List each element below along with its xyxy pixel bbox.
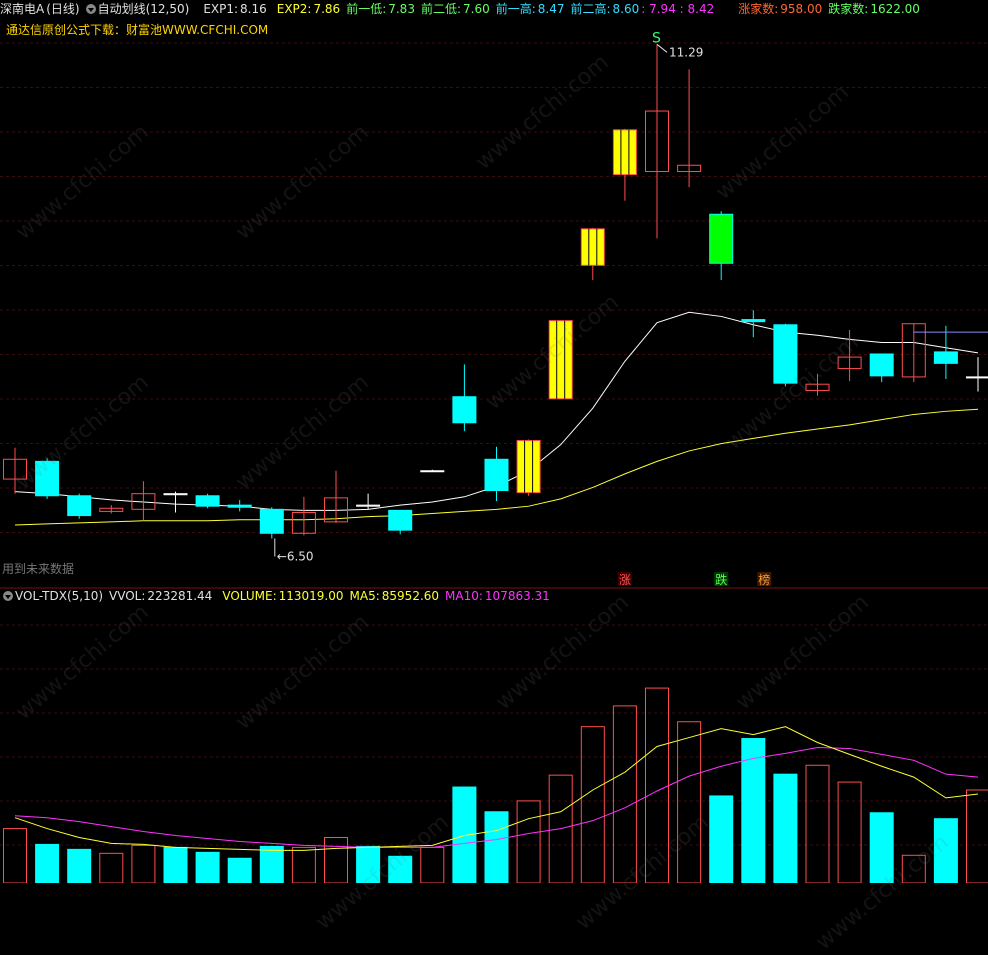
volume-bar xyxy=(967,790,988,883)
prev-low2-value: 7.60 xyxy=(463,2,490,16)
candle-body xyxy=(517,441,540,493)
volume-bar xyxy=(100,853,123,883)
chart-canvas: 11.29 S ←6.50 涨 跌 榜 xyxy=(0,0,988,883)
indicator-name[interactable]: 自动划线(12,50) xyxy=(98,2,190,16)
candle-body xyxy=(934,352,957,363)
candle-body xyxy=(742,320,765,322)
prev-high2-value: 8.60 xyxy=(613,2,640,16)
volume-bar xyxy=(774,774,797,883)
volume-bar xyxy=(196,852,219,883)
rise-count-value: 958.00 xyxy=(780,2,822,16)
candle-body xyxy=(260,509,283,533)
price-header: 深南电A(日线) 自动划线(12,50) EXP1:8.16 EXP2:7.86 前一低… xyxy=(0,0,922,18)
volume-bar xyxy=(678,722,701,883)
prev-high1-label: 前一高: xyxy=(496,2,536,16)
fall-count-label: 跌家数: xyxy=(828,2,868,16)
volume-bar xyxy=(806,765,829,883)
volume-bar xyxy=(838,782,861,883)
chevron-down-icon[interactable] xyxy=(86,4,96,14)
candle-body xyxy=(613,130,636,175)
rise-count-label: 涨家数: xyxy=(738,2,778,16)
prev-low2-label: 前二低: xyxy=(421,2,461,16)
vvol-value: 223281.44 xyxy=(147,589,212,603)
volume-bar xyxy=(485,812,508,883)
volume-bar xyxy=(228,858,251,883)
ma5-label: MA5: xyxy=(350,589,380,603)
volume-bar xyxy=(292,847,315,883)
exp1-label: EXP1: xyxy=(203,2,238,16)
prev-high2-label: 前二高: xyxy=(570,2,610,16)
volume-bar xyxy=(389,856,412,883)
ma10-label: MA10: xyxy=(445,589,483,603)
candle-body xyxy=(68,496,91,516)
volume-bar xyxy=(517,801,540,883)
ma10-value: 107863.31 xyxy=(485,589,550,603)
high-price-label: 11.29 xyxy=(669,45,703,59)
extra-values: : 7.94 : 8.42 xyxy=(641,2,714,16)
volume-bar xyxy=(902,855,925,883)
stock-name[interactable]: 深南电A xyxy=(0,2,44,16)
tag-fall: 跌 xyxy=(715,572,727,587)
ma5-value: 85952.60 xyxy=(382,589,439,603)
volume-bar xyxy=(934,819,957,883)
sell-signal-label: S xyxy=(652,30,661,46)
period-label[interactable]: (日线) xyxy=(46,2,79,16)
prev-low1-value: 7.83 xyxy=(388,2,415,16)
future-data-note: 用到未来数据 xyxy=(2,560,74,577)
volume-bar xyxy=(870,813,893,883)
exp2-value: 7.86 xyxy=(313,2,340,16)
vvol-label: VVOL: xyxy=(109,589,145,603)
exp1-value: 8.16 xyxy=(240,2,267,16)
candle-body xyxy=(549,321,572,399)
prev-high1-value: 8.47 xyxy=(538,2,565,16)
candle-body xyxy=(967,377,988,378)
volume-value: 113019.00 xyxy=(279,589,344,603)
source-note: 通达信原创公式下载：财富池WWW.CFCHI.COM xyxy=(6,21,268,39)
volume-bar xyxy=(325,837,348,883)
volume-bar xyxy=(421,847,444,883)
candle-body xyxy=(228,505,251,507)
exp2-label: EXP2: xyxy=(277,2,312,16)
candle-body xyxy=(36,461,59,495)
volume-bar xyxy=(581,727,604,883)
tag-list: 榜 xyxy=(758,572,770,587)
volume-bar xyxy=(710,796,733,883)
volume-bar xyxy=(36,844,59,883)
volume-bar xyxy=(613,706,636,883)
volume-bar xyxy=(646,688,669,883)
candle-body xyxy=(485,459,508,490)
volume-header: VOL-TDX(5,10) VVOL:223281.44 VOLUME:113019… xyxy=(0,587,552,605)
low-price-label: ←6.50 xyxy=(277,550,314,564)
volume-bar xyxy=(132,845,155,883)
volume-bar xyxy=(164,847,187,883)
candle-body xyxy=(196,496,219,506)
prev-low1-label: 前一低: xyxy=(346,2,386,16)
candle-body xyxy=(453,397,476,423)
volume-label: VOLUME: xyxy=(222,589,276,603)
candle-body xyxy=(421,471,444,472)
candle-body xyxy=(710,214,733,263)
candle-body xyxy=(581,229,604,265)
volume-bar xyxy=(357,846,380,883)
vol-indicator-name[interactable]: VOL-TDX(5,10) xyxy=(15,589,103,603)
candle-body xyxy=(870,354,893,376)
fall-count-value: 1622.00 xyxy=(870,2,920,16)
candle-body xyxy=(389,510,412,530)
chevron-down-icon[interactable] xyxy=(3,591,13,601)
volume-bar xyxy=(4,829,27,883)
candle-body xyxy=(774,325,797,383)
volume-bar xyxy=(260,846,283,883)
tag-rise: 涨 xyxy=(619,572,631,587)
volume-bar xyxy=(68,849,91,883)
